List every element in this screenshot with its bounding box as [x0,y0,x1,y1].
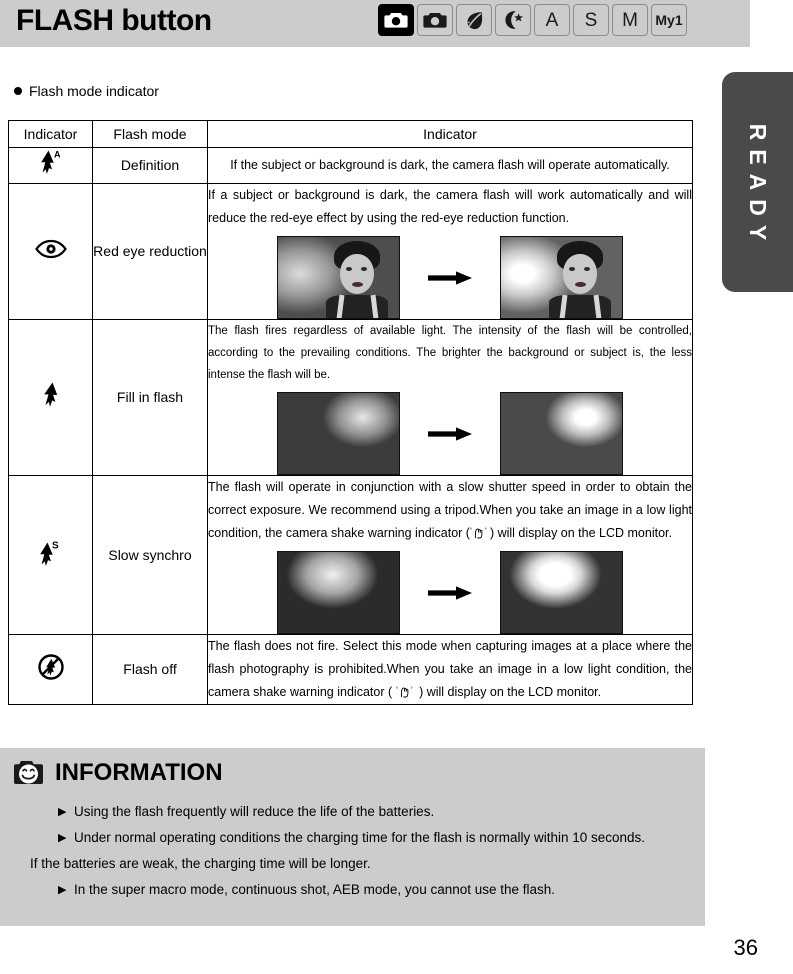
table-row: Red eye reduction If a subject or backgr… [8,183,693,320]
sample-photo-before [277,551,400,634]
list-item: ▶ Under normal operating conditions the … [58,826,678,850]
flash-mode-table: Indicator Flash mode Indicator A Definit… [8,120,693,705]
arrow-right-icon [428,270,472,285]
list-item-label: Using the flash frequently will reduce t… [74,804,435,819]
camera-smiley-icon [14,761,43,784]
flash-mode-description-cell: If the subject or background is dark, th… [207,147,693,184]
flash-mode-description-cell: The flash fires regardless of available … [207,319,693,476]
ready-side-tab-label: READY [745,123,771,250]
column-header-indicator: Indicator [8,120,93,148]
bullet-dot-icon [14,87,22,95]
information-title: INFORMATION [55,759,223,786]
flash-mode-description: The flash will operate in conjunction wi… [208,476,692,545]
sample-photo-after [500,392,623,475]
my-set-mode-icon[interactable]: My1 [651,4,687,36]
information-note: If the batteries are weak, the charging … [30,856,371,871]
section-heading: Flash mode indicator [14,82,159,101]
sample-photo-pair [208,551,692,634]
list-item-label: In the super macro mode, continuous shot… [74,882,556,897]
flash-mode-description-cell: The flash will operate in conjunction wi… [207,475,693,635]
red-eye-reduction-icon-cell [8,183,93,320]
camera-shake-warning-icon: ° ° [470,528,487,539]
flash-mode-name: Red eye reduction [92,183,208,320]
svg-text:°: ° [484,528,486,534]
column-header-description: Indicator [207,120,693,148]
triangle-bullet-icon: ▶ [58,832,67,844]
night-mode-icon[interactable] [495,4,531,36]
camera-mode-icon-strip: A S M My1 [378,4,687,36]
information-box: INFORMATION ▶ Using the flash frequently… [0,748,705,926]
mode-label: My1 [655,12,683,28]
page-title: FLASH button [16,4,212,37]
mode-label: S [584,9,598,31]
program-camera-mode-icon[interactable] [417,4,453,36]
arrow-right-icon [428,585,472,600]
scene-mode-icon[interactable] [456,4,492,36]
flash-mode-name: Slow synchro [92,475,208,635]
mode-label: A [545,9,559,31]
information-list: ▶ Using the flash frequently will reduce… [30,800,678,904]
svg-text:°: ° [470,528,472,534]
sample-photo-after [500,551,623,634]
list-item: ▶ Using the flash frequently will reduce… [58,800,678,824]
fill-in-flash-icon [43,382,57,407]
sample-photo-after [500,236,623,319]
slow-synchro-flash-icon: S [39,540,59,566]
slow-synchro-flash-icon-cell: S [8,475,93,635]
flash-auto-icon: A [40,150,61,174]
flash-mode-description: If a subject or background is dark, the … [208,188,692,225]
aperture-priority-mode-icon[interactable]: A [534,4,570,36]
triangle-bullet-icon: ▶ [58,806,67,818]
sample-photo-before [277,236,400,319]
svg-text:S: S [52,540,59,551]
flash-off-icon-cell [8,634,93,705]
section-heading-label: Flash mode indicator [29,83,159,99]
camera-shake-warning-icon: ° ° [396,687,412,698]
table-row: A Definition If the subject or backgroun… [8,147,693,184]
list-item-label: Under normal operating conditions the ch… [74,830,646,845]
flash-mode-description: The flash does not fire. Select this mod… [208,635,692,704]
table-row: Flash off The flash does not fire. Selec… [8,634,693,705]
auto-camera-mode-icon[interactable] [378,4,414,36]
flash-mode-description-cell: The flash does not fire. Select this mod… [207,634,693,705]
red-eye-reduction-icon [34,239,67,259]
page-number: 36 [733,935,758,960]
flash-mode-description: The flash fires regardless of available … [208,325,692,381]
manual-mode-icon[interactable]: M [612,4,648,36]
table-header-row: Indicator Flash mode Indicator [8,120,693,148]
flash-mode-name: Definition [92,147,208,184]
shutter-priority-mode-icon[interactable]: S [573,4,609,36]
sample-photo-before [277,392,400,475]
arrow-right-icon [428,426,472,441]
column-header-flash-mode: Flash mode [92,120,208,148]
flash-off-icon [37,654,64,680]
flash-mode-description: If the subject or background is dark, th… [230,158,670,172]
description-part-2: ) will display on the LCD monitor. [415,685,602,699]
svg-text:°: ° [410,687,412,693]
table-row: Fill in flash The flash fires regardless… [8,319,693,476]
svg-text:°: ° [396,687,398,693]
flash-mode-description-cell: If a subject or background is dark, the … [207,183,693,320]
sample-photo-pair [208,236,692,319]
description-part-2: ) will display on the LCD monitor. [489,526,672,540]
information-title-row: INFORMATION [12,758,223,788]
svg-text:A: A [54,150,61,160]
flash-mode-name: Fill in flash [92,319,208,476]
mode-label: M [622,9,638,31]
ready-side-tab: READY [722,72,793,292]
flash-mode-name: Flash off [92,634,208,705]
sample-photo-pair [208,392,692,475]
triangle-bullet-icon: ▶ [58,884,67,896]
table-row: S Slow synchro The flash will operate in… [8,475,693,635]
flash-auto-icon-cell: A [8,147,93,184]
fill-in-flash-icon-cell [8,319,93,476]
list-item: ▶ In the super macro mode, continuous sh… [58,878,678,902]
